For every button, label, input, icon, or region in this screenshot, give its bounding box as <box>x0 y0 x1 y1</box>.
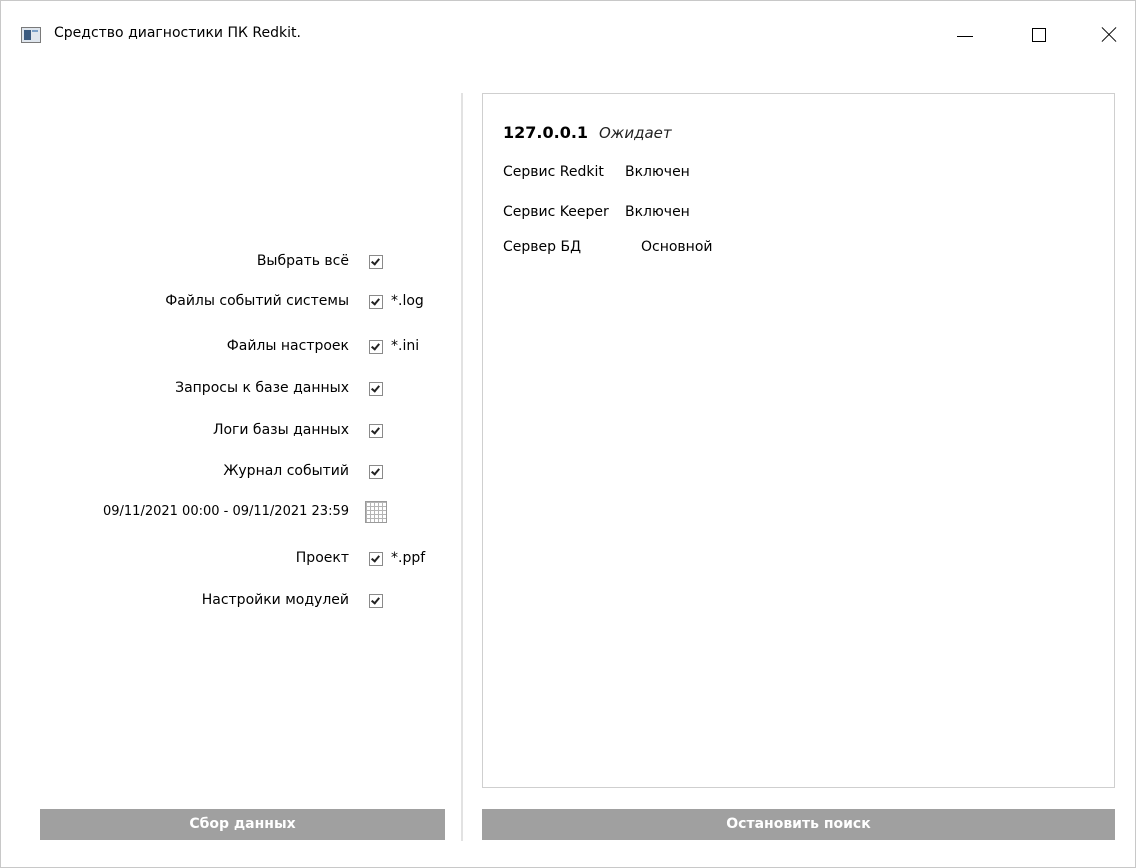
status-value: Включен <box>625 204 690 220</box>
stop-search-button[interactable]: Остановить поиск <box>482 809 1115 840</box>
option-label: Настройки модулей <box>201 592 349 608</box>
option-module-settings: Настройки модулей <box>41 589 349 613</box>
option-db-queries: Запросы к базе данных <box>41 377 349 401</box>
db-queries-checkbox[interactable] <box>369 382 383 396</box>
select-all-checkbox[interactable] <box>369 255 383 269</box>
option-label: Выбрать всё <box>256 253 349 269</box>
option-label: Файлы настроек <box>226 338 349 354</box>
option-label: Журнал событий <box>223 463 349 479</box>
checkmark-icon <box>371 425 380 435</box>
minimize-button[interactable] <box>943 15 989 55</box>
close-button[interactable] <box>1085 15 1131 55</box>
date-range-text: 09/11/2021 00:00 - 09/11/2021 23:59 <box>102 504 349 519</box>
option-system-event-files: Файлы событий системы <box>41 290 349 314</box>
option-db-logs: Логи базы данных <box>41 419 349 443</box>
checkmark-icon <box>371 595 380 605</box>
status-key: Сервис Redkit <box>503 164 604 180</box>
divider <box>461 93 463 841</box>
option-settings-files: Файлы настроек <box>41 335 349 359</box>
host-address: 127.0.0.1 <box>503 123 589 142</box>
event-journal-checkbox[interactable] <box>369 465 383 479</box>
option-label: Файлы событий системы <box>165 293 349 309</box>
status-value: Включен <box>625 164 690 180</box>
system-event-files-checkbox[interactable] <box>369 295 383 309</box>
option-label: Проект <box>295 550 349 566</box>
checkmark-icon <box>371 553 380 563</box>
maximize-button[interactable] <box>1017 15 1063 55</box>
collect-data-button[interactable]: Сбор данных <box>40 809 445 840</box>
calendar-button[interactable] <box>365 501 387 523</box>
checkmark-icon <box>371 383 380 393</box>
option-project: Проект <box>41 547 349 571</box>
minimize-icon <box>957 36 973 37</box>
main-window: Средство диагностики ПК Redkit. Выбрать … <box>0 0 1136 868</box>
db-logs-checkbox[interactable] <box>369 424 383 438</box>
option-event-journal: Журнал событий <box>41 460 349 484</box>
checkmark-icon <box>371 341 380 351</box>
module-settings-checkbox[interactable] <box>369 594 383 608</box>
checkmark-icon <box>371 256 380 266</box>
status-key: Сервис Keeper <box>503 204 609 220</box>
maximize-icon <box>1032 28 1046 42</box>
calendar-icon <box>365 501 387 523</box>
ini-extension: *.ini <box>391 338 420 354</box>
option-select-all: Выбрать всё <box>41 250 349 274</box>
settings-files-checkbox[interactable] <box>369 340 383 354</box>
status-panel[interactable]: 127.0.0.1 Ожидает Сервис Redkit Включен … <box>482 93 1115 788</box>
log-extension: *.log <box>391 293 424 309</box>
window-title: Средство диагностики ПК Redkit. <box>54 25 301 41</box>
option-label: Запросы к базе данных <box>175 380 349 396</box>
app-window-icon <box>21 27 41 43</box>
option-label: Логи базы данных <box>212 422 349 438</box>
date-range[interactable]: 09/11/2021 00:00 - 09/11/2021 23:59 <box>21 501 349 525</box>
checkmark-icon <box>371 296 380 306</box>
project-checkbox[interactable] <box>369 552 383 566</box>
host-status: Ожидает <box>599 124 672 142</box>
checkmark-icon <box>371 466 380 476</box>
status-key: Сервер БД <box>503 239 582 255</box>
ppf-extension: *.ppf <box>391 550 426 566</box>
status-value: Основной <box>641 239 713 255</box>
title-bar[interactable]: Средство диагностики ПК Redkit. <box>1 1 1135 65</box>
